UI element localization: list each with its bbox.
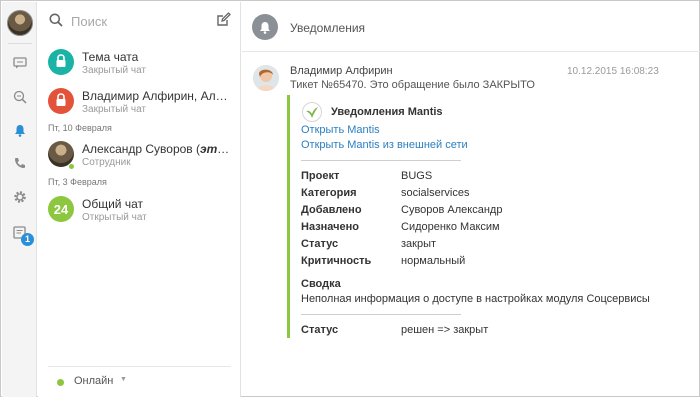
notifications-bell-icon[interactable] — [10, 120, 30, 140]
search-messages-icon[interactable] — [10, 87, 30, 107]
field-value: Сидоренко Максим — [401, 221, 500, 233]
message-text: Тикет №65470. Это обращение было ЗАКРЫТО — [290, 79, 535, 91]
chat-type: Сотрудник — [82, 157, 131, 168]
status-selector[interactable]: Онлайн ▼ — [48, 366, 231, 390]
chat-name: Владимир Алфирин, Алекс... — [82, 89, 234, 103]
mantis-notification-card: Уведомления Mantis Открыть Mantis Открыт… — [287, 95, 650, 338]
chat-item-topic[interactable]: Тема чата Закрытый чат — [38, 46, 241, 88]
tasks-badge: 1 — [21, 233, 34, 246]
field-value: Суворов Александр — [401, 204, 503, 216]
summary-label: Сводка — [301, 278, 341, 290]
chat-item-general[interactable]: 24 Общий чат Открытый чат — [38, 193, 241, 235]
chat-avatar — [48, 88, 74, 114]
left-rail: 1 — [2, 2, 37, 397]
app-window: 1 Поиск Тема чата Закрытый чат Владимир … — [0, 0, 700, 397]
chat-item-person[interactable]: Александр Суворов (это в... Сотрудник — [38, 138, 241, 180]
date-separator: Пт, 10 Февраля — [48, 123, 112, 133]
lock-icon — [55, 53, 67, 71]
field-value: socialservices — [401, 187, 470, 199]
date-separator: Пт, 3 Февраля — [48, 177, 107, 187]
new-chat-icon[interactable] — [216, 12, 231, 30]
open-mantis-external-link[interactable]: Открыть Mantis из внешней сети — [301, 139, 468, 151]
conversation-title: Уведомления — [290, 21, 366, 35]
chat-type: Закрытый чат — [82, 104, 146, 115]
chat-name: Общий чат — [82, 197, 143, 211]
rail-divider — [8, 43, 32, 44]
author-avatar — [253, 65, 279, 91]
tasks-icon[interactable]: 1 — [10, 223, 34, 246]
field-key: Проект — [301, 170, 340, 182]
field-value: нормальный — [401, 255, 466, 267]
message-time: 10.12.2015 16:08:23 — [567, 66, 659, 77]
summary-text: Неполная информация о доступе в настройк… — [301, 293, 650, 305]
chat-avatar — [48, 49, 74, 75]
conversation-header: Уведомления — [242, 2, 700, 52]
divider — [301, 160, 461, 161]
status-change-value: решен => закрыт — [401, 324, 489, 336]
current-user-avatar[interactable] — [7, 10, 33, 36]
mantis-logo-icon — [302, 102, 322, 122]
status-label: Онлайн — [74, 375, 114, 387]
chat-type: Закрытый чат — [82, 65, 146, 76]
field-key: Критичность — [301, 255, 372, 267]
card-title: Уведомления Mantis — [331, 106, 443, 118]
conversation-panel: Уведомления Владимир Алфирин 10.12.2015 … — [242, 2, 700, 397]
bell-icon — [252, 14, 278, 40]
divider — [301, 314, 461, 315]
search-input[interactable]: Поиск — [71, 14, 107, 29]
field-value: BUGS — [401, 170, 433, 182]
message-author[interactable]: Владимир Алфирин — [290, 65, 393, 77]
chat-type: Открытый чат — [82, 212, 147, 223]
online-dot — [57, 379, 64, 386]
field-key: Назначено — [301, 221, 360, 233]
chat-name: Тема чата — [82, 50, 139, 64]
chevron-down-icon: ▼ — [120, 376, 127, 383]
phone-icon[interactable] — [10, 153, 30, 173]
chat-name: Александр Суворов (это в... — [82, 142, 234, 156]
settings-gear-icon[interactable] — [10, 187, 30, 207]
chat-item-group[interactable]: Владимир Алфирин, Алекс... Закрытый чат — [38, 85, 241, 127]
field-value: закрыт — [401, 238, 437, 250]
lock-icon — [55, 92, 67, 110]
status-change-key: Статус — [301, 324, 339, 336]
chat-avatar: 24 — [48, 196, 74, 222]
field-key: Категория — [301, 187, 357, 199]
field-key: Статус — [301, 238, 339, 250]
chat-icon[interactable] — [10, 53, 30, 73]
field-key: Добавлено — [301, 204, 362, 216]
open-mantis-link[interactable]: Открыть Mantis — [301, 124, 380, 136]
online-indicator — [68, 163, 75, 170]
chat-list-panel: Поиск Тема чата Закрытый чат Владимир Ал… — [38, 2, 241, 397]
search-icon — [49, 13, 63, 30]
search-bar[interactable]: Поиск — [38, 2, 241, 40]
